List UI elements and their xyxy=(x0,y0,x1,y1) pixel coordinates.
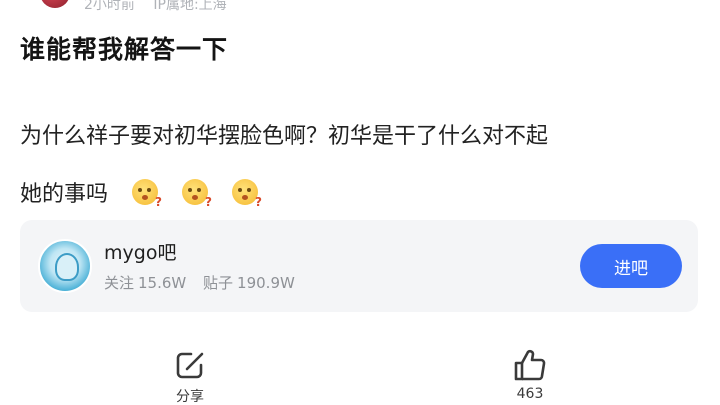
like-button[interactable]: 463 xyxy=(490,348,570,402)
followers-value: 15.6W xyxy=(138,274,187,292)
thinking-emoji-icon: ? xyxy=(232,179,262,209)
forum-avatar xyxy=(38,239,92,293)
forum-posts: 贴子 190.9W xyxy=(203,274,295,292)
thinking-emoji-icon: ? xyxy=(182,179,212,209)
forum-stats: 关注 15.6W 贴子 190.9W xyxy=(104,272,307,293)
post-page: 2小时前 IP属地:上海 谁能帮我解答一下 为什么祥子要对初华摆脸色啊？初华是干… xyxy=(0,0,720,405)
post-title: 谁能帮我解答一下 xyxy=(20,35,229,64)
author-avatar[interactable] xyxy=(40,0,70,8)
post-meta: 2小时前 IP属地:上海 xyxy=(84,0,241,14)
share-icon xyxy=(176,352,204,379)
thinking-emoji-icon: ? xyxy=(132,179,162,209)
forum-followers: 关注 15.6W xyxy=(104,274,186,292)
followers-label: 关注 xyxy=(104,274,135,292)
forum-name: mygo吧 xyxy=(104,242,177,264)
share-button[interactable]: 分享 xyxy=(150,348,230,405)
post-ip-location: IP属地:上海 xyxy=(153,0,227,13)
like-count: 463 xyxy=(516,386,544,402)
post-body: 为什么祥子要对初华摆脸色啊？初华是干了什么对不起 她的事吗??? xyxy=(20,108,710,224)
post-body-text: 她的事吗 xyxy=(20,182,109,207)
thumbs-up-icon xyxy=(514,349,546,381)
post-time: 2小时前 xyxy=(84,0,135,13)
post-body-line: 她的事吗??? xyxy=(20,166,710,224)
post-body-line: 为什么祥子要对初华摆脸色啊？初华是干了什么对不起 xyxy=(20,124,549,149)
forum-card[interactable]: mygo吧 关注 15.6W 贴子 190.9W 进吧 xyxy=(20,220,698,312)
enter-forum-button[interactable]: 进吧 xyxy=(580,244,682,288)
share-label: 分享 xyxy=(176,389,204,405)
posts-value: 190.9W xyxy=(237,274,295,292)
posts-label: 贴子 xyxy=(203,274,234,292)
